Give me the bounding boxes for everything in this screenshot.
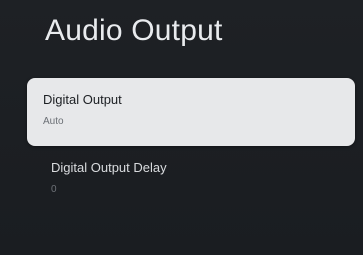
menu-item-label: Digital Output	[43, 92, 122, 107]
menu-item-value: Auto	[43, 116, 64, 127]
menu-item-digital-output-delay[interactable]: Digital Output Delay 0	[27, 146, 355, 206]
settings-screen: Audio Output Digital Output Auto Digital…	[0, 0, 363, 255]
settings-menu-list: Digital Output Auto Digital Output Delay…	[0, 78, 363, 206]
menu-item-value: 0	[51, 184, 57, 195]
menu-item-digital-output[interactable]: Digital Output Auto	[27, 78, 355, 146]
menu-item-label: Digital Output Delay	[51, 160, 167, 175]
page-title: Audio Output	[45, 14, 223, 47]
